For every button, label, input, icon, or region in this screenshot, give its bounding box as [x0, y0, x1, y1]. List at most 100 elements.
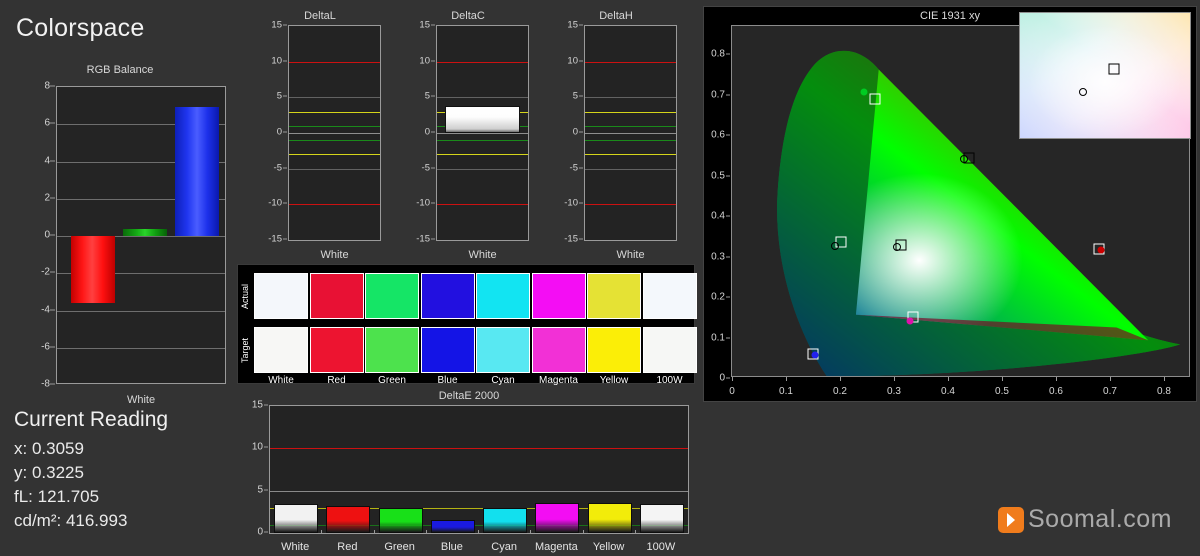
deltae-xtick-mark [425, 530, 427, 534]
delta-ytick-label: 0 [276, 126, 282, 138]
cie-measured-marker [1097, 246, 1105, 254]
swatch-column: Yellow [587, 271, 641, 386]
delta-plot [288, 25, 381, 241]
rgb-ytick-label: 6 [44, 117, 50, 129]
delta-xlabel: White [320, 249, 349, 261]
delta-reference-line [585, 154, 676, 156]
cie-ytick-mark [726, 215, 730, 217]
cie-xtick-label: 0.7 [1103, 386, 1117, 397]
cie-xtick-mark [948, 377, 949, 381]
deltae-xtick-mark [321, 530, 323, 534]
delta-ytick-label: -15 [268, 233, 282, 245]
cie-measured-marker [860, 88, 868, 96]
swatch-name: Red [327, 375, 346, 386]
cie-diagram-box: CIE 1931 xy 0 0.1 0.2 0.3 0.4 0.5 0.6 0.… [703, 6, 1197, 402]
rgb-balance-title: RGB Balance [86, 64, 154, 76]
deltae-xlabel: Yellow [592, 541, 625, 553]
reading-fl: fL: 121.705 [14, 487, 100, 507]
deltae-bar [535, 502, 580, 533]
rgb-balance-xlabel: White [126, 394, 156, 406]
swatch-name: White [268, 375, 294, 386]
deltae-ytick-mark [264, 404, 268, 406]
deltae-xlabel: Magenta [534, 541, 578, 553]
cie-xtick-label: 0.2 [833, 386, 847, 397]
cie-measured-marker [830, 241, 839, 250]
white-point-inset [1019, 12, 1191, 139]
swatch-actual [476, 273, 530, 319]
rgb-ytick-label: -8 [41, 378, 50, 390]
deltae-xlabel: Green [384, 541, 415, 553]
rgb-ytick-mark [50, 234, 55, 236]
rgb-ytick-mark [50, 383, 55, 385]
delta-ytick-mark [283, 131, 287, 133]
delta-chart-deltal: DeltaL 15 10 5 0 -5 -10 -15 White [255, 8, 385, 263]
delta-ytick-label: 15 [419, 19, 430, 31]
swatch-column: Green [365, 271, 419, 386]
delta-reference-line [585, 204, 676, 206]
delta-chart-deltac: DeltaC 15 10 5 0 -5 -10 -15 White [403, 8, 533, 263]
reading-x: x: 0.3059 [14, 439, 84, 458]
delta-reference-line [289, 125, 380, 127]
cie-ytick-mark [726, 94, 730, 96]
deltae-2000-chart: DeltaE 2000 15 10 5 0 White Red Green Blue Cyan M… [243, 388, 695, 554]
swatch-actual [309, 273, 364, 319]
delta-ytick-mark [431, 95, 435, 97]
delta-plot [436, 25, 529, 241]
deltae-xlabel: Blue [440, 541, 463, 553]
swatch-actual [642, 273, 697, 319]
cie-xtick-mark [732, 377, 733, 381]
delta-ytick-label: 10 [419, 55, 430, 67]
right-panel: CIE 1931 xy 0 0.1 0.2 0.3 0.4 0.5 0.6 0.… [700, 0, 1200, 556]
swatch-column: Magenta [531, 271, 586, 386]
deltae-bar [274, 504, 319, 533]
rgb-ytick-label: -2 [41, 266, 50, 278]
delta-ytick-mark [283, 202, 287, 204]
delta-ytick-mark [283, 24, 287, 26]
swatch-name: Cyan [491, 375, 515, 386]
rgb-ytick-mark [50, 197, 55, 199]
swatch-actual [254, 273, 308, 319]
delta-charts-row: DeltaL 15 10 5 0 -5 -10 -15 White DeltaC 15 10 5 0 -5-… [255, 8, 695, 263]
deltae-xlabel: White [281, 541, 310, 553]
cie-ytick-mark [726, 175, 730, 177]
delta-ytick-label: -15 [564, 233, 578, 245]
delta-ytick-mark [431, 167, 435, 169]
rgb-balance-plot [56, 86, 226, 384]
delta-ytick-label: -5 [569, 162, 578, 174]
swatch-column: White [254, 271, 308, 386]
delta-reference-line [585, 125, 676, 127]
cie-xtick-mark [894, 377, 895, 381]
delta-ytick-mark [579, 167, 583, 169]
inset-target-marker [1108, 63, 1120, 75]
delta-ytick-label: -10 [268, 197, 282, 209]
rgb-balance-chart: RGB Balance 8 6 4 2 0 -2 -4 -6 -8 White [14, 62, 226, 410]
delta-reference-line [289, 61, 380, 63]
delta-ytick-mark [431, 60, 435, 62]
cie-xtick-label: 0.8 [1157, 386, 1171, 397]
delta-chart-deltah: DeltaH 15 10 5 0 -5 -10 -15 White [551, 8, 681, 263]
rgb-ytick-mark [50, 271, 55, 273]
swatch-column: Blue [420, 271, 475, 386]
deltae-bar [587, 503, 632, 533]
cie-ytick-mark [726, 337, 730, 339]
swatch-target [587, 327, 641, 373]
deltae-bar [639, 504, 684, 533]
delta-ytick-label: -10 [564, 197, 578, 209]
deltae-ytick-mark [264, 531, 268, 533]
delta-reference-line [437, 204, 528, 206]
delta-gridline [585, 97, 676, 99]
cie-xtick-mark [786, 377, 787, 381]
deltae-bar [430, 520, 475, 533]
swatch-name: 100W [656, 375, 683, 386]
delta-ytick-mark [283, 238, 287, 240]
delta-reference-line [437, 154, 528, 156]
cie-target-marker [869, 93, 881, 105]
left-panel: Colorspace RGB Balance 8 6 4 2 0 -2 -4 -6 -8 Whi… [0, 0, 235, 556]
deltae-reference-line [270, 490, 688, 492]
delta-gridline [437, 97, 528, 99]
delta-plot [584, 25, 677, 241]
swatch-actual [587, 273, 641, 319]
rgb-balance-bar [123, 228, 167, 236]
deltae-reference-line [270, 448, 688, 450]
swatch-actual [365, 273, 419, 319]
